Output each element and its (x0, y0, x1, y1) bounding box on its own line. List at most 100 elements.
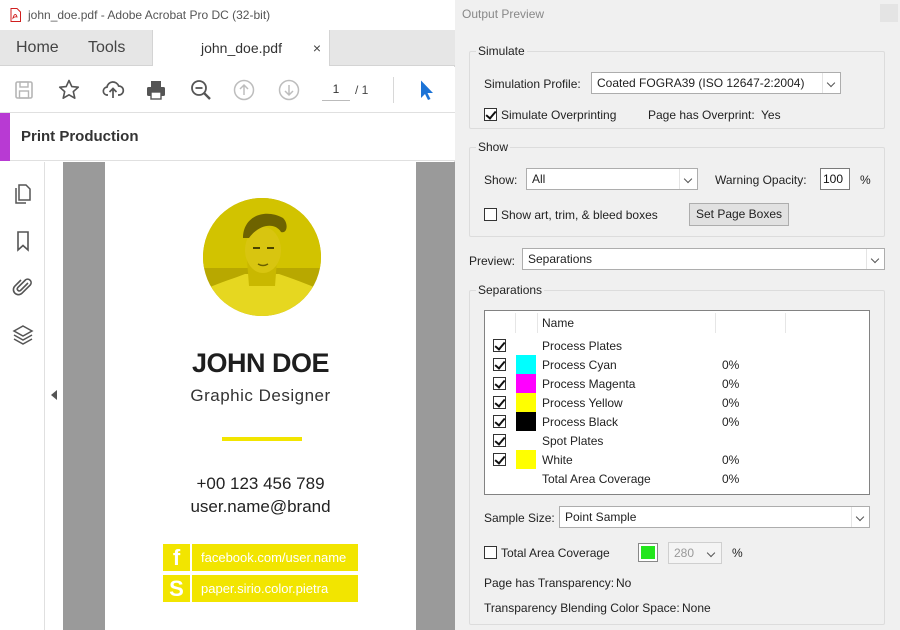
preview-value: Separations (528, 252, 593, 266)
layers-icon[interactable] (11, 323, 35, 347)
zoom-out-icon[interactable] (189, 78, 213, 102)
separation-row[interactable]: Process Yellow 0% (485, 393, 869, 412)
page-total: / 1 (355, 83, 369, 97)
social-second: S paper.sirio.color.pietra (163, 575, 358, 602)
nav-pane-collapse-handle[interactable] (45, 162, 63, 630)
simulation-profile-select[interactable]: Coated FOGRA39 (ISO 12647-2:2004) (591, 72, 841, 94)
card-name: JOHN DOE (191, 348, 330, 378)
cloud-upload-icon[interactable] (101, 78, 125, 102)
separation-name: Spot Plates (542, 434, 604, 448)
show-select[interactable]: All (526, 168, 698, 190)
star-icon[interactable] (57, 78, 81, 102)
transparency-value: No (616, 576, 632, 590)
previous-page-icon[interactable] (232, 78, 256, 102)
page-thumbnails-icon[interactable] (11, 182, 35, 206)
page-number-input[interactable]: 1 (322, 79, 350, 101)
select-cursor-icon[interactable] (414, 78, 438, 102)
tac-value-select[interactable]: 280 (668, 542, 722, 564)
separation-checkbox[interactable] (493, 358, 506, 371)
separation-row[interactable]: Process Magenta 0% (485, 374, 869, 393)
next-page-icon[interactable] (277, 78, 301, 102)
color-swatch (516, 355, 536, 374)
left-nav-pane (0, 162, 45, 630)
dialog-close-button[interactable] (880, 4, 898, 22)
tools-tab[interactable]: Tools (88, 30, 125, 66)
print-icon[interactable] (144, 78, 168, 102)
document-tab[interactable]: john_doe.pdf × (152, 30, 330, 66)
main-toolbar: 1 / 1 (0, 67, 455, 113)
profile-photo (203, 198, 321, 316)
show-boxes-checkbox[interactable] (484, 208, 497, 221)
panel-accent (0, 113, 10, 161)
separation-name: Process Yellow (542, 396, 623, 410)
chevron-down-icon (822, 73, 840, 93)
separation-coverage: 0% (722, 377, 740, 391)
total-area-coverage-checkbox[interactable] (484, 546, 497, 559)
home-tab[interactable]: Home (16, 30, 59, 66)
separation-row[interactable]: Process Cyan 0% (485, 355, 869, 374)
card-phone: +00 123 456 789 (196, 474, 325, 493)
output-preview-dialog: Output Preview Simulate Simulation Profi… (456, 0, 900, 630)
save-icon[interactable] (12, 78, 36, 102)
show-group: Show (469, 140, 885, 237)
show-boxes-label: Show art, trim, & bleed boxes (501, 208, 658, 222)
pdf-file-icon (10, 8, 21, 22)
sample-size-label: Sample Size: (484, 511, 555, 525)
separation-checkbox[interactable] (493, 453, 506, 466)
show-value: All (532, 172, 546, 186)
separation-name: Process Cyan (542, 358, 617, 372)
card-role: Graphic Designer (190, 386, 331, 405)
separation-coverage: 0% (722, 472, 740, 486)
warning-opacity-input[interactable]: 100 (820, 168, 850, 190)
s-logo-icon: S (163, 575, 192, 602)
separations-table: Name Process Plates Process Cyan 0% Process… (484, 310, 870, 495)
separation-checkbox[interactable] (493, 415, 506, 428)
separation-row[interactable]: Process Black 0% (485, 412, 869, 431)
tac-value: 280 (674, 546, 695, 560)
color-swatch (516, 450, 536, 469)
blending-space-label: Transparency Blending Color Space: (484, 601, 680, 615)
sample-size-value: Point Sample (565, 510, 637, 524)
pdf-page: JOHN DOE Graphic Designer +00 123 456 78… (105, 162, 416, 630)
toolbar-divider (393, 77, 394, 103)
acrobat-window: john_doe.pdf - Adobe Acrobat Pro DC (32-… (0, 0, 455, 630)
chevron-down-icon (851, 507, 869, 527)
top-tab-row: Home Tools john_doe.pdf × (0, 30, 455, 66)
facebook-icon: f (163, 544, 192, 571)
close-tab-icon[interactable]: × (313, 30, 321, 66)
column-divider (715, 313, 716, 333)
transparency-label: Page has Transparency: (484, 576, 615, 590)
separation-checkbox[interactable] (493, 396, 506, 409)
separation-row[interactable]: Process Plates (485, 336, 869, 355)
warning-opacity-percent: % (860, 173, 871, 187)
simulation-profile-label: Simulation Profile: (484, 77, 581, 91)
tac-color-fill (641, 546, 655, 559)
separation-row[interactable]: Spot Plates (485, 431, 869, 450)
simulate-overprinting-checkbox[interactable] (484, 108, 497, 121)
separation-checkbox[interactable] (493, 339, 506, 352)
separation-checkbox[interactable] (493, 377, 506, 390)
separation-row[interactable]: Total Area Coverage 0% (485, 469, 869, 488)
has-overprint-label: Page has Overprint: (648, 108, 755, 122)
separation-coverage: 0% (722, 453, 740, 467)
bookmark-icon[interactable] (11, 229, 35, 253)
attachment-icon[interactable] (11, 275, 35, 299)
preview-select[interactable]: Separations (522, 248, 885, 270)
separation-checkbox[interactable] (493, 434, 506, 447)
accent-divider (222, 437, 302, 441)
separation-row[interactable]: White 0% (485, 450, 869, 469)
sample-size-select[interactable]: Point Sample (559, 506, 870, 528)
separation-name: Process Plates (542, 339, 623, 353)
card-email: user.name@brand (190, 497, 331, 516)
tac-color-swatch[interactable] (638, 543, 658, 562)
separation-name: White (542, 453, 573, 467)
separation-name: Total Area Coverage (542, 472, 651, 486)
tac-percent: % (732, 546, 743, 560)
simulate-overprinting-label: Simulate Overprinting (501, 108, 617, 122)
separation-coverage: 0% (722, 396, 740, 410)
social-facebook-text: facebook.com/user.name (201, 550, 347, 565)
set-page-boxes-button[interactable]: Set Page Boxes (689, 203, 789, 226)
column-name-header[interactable]: Name (542, 316, 574, 330)
show-label: Show: (484, 173, 518, 187)
chevron-down-icon (866, 249, 884, 269)
